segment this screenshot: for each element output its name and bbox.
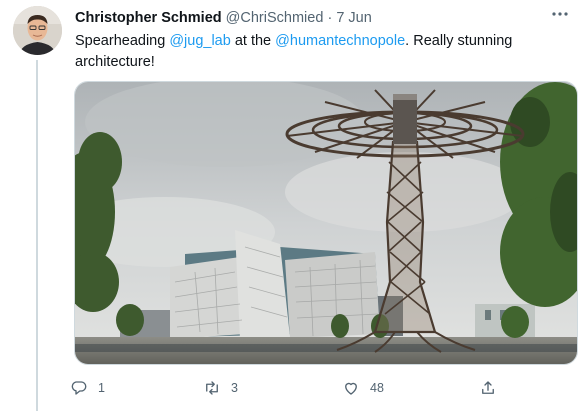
mention-jug-lab[interactable]: @jug_lab [169,33,230,49]
tweet-date[interactable]: 7 Jun [336,10,371,26]
reply-icon [71,381,87,395]
thread-line [36,60,38,411]
author-handle[interactable]: @ChriSchmied [226,10,324,26]
reply-count: 1 [98,381,105,395]
like-button[interactable]: 48 [342,376,384,400]
tweet-text: Spearheading @jug_lab at the @humantechn… [75,31,555,73]
mention-humantechnopole[interactable]: @humantechnopole [275,33,405,49]
action-bar: 1 3 48 [70,376,510,400]
retweet-button[interactable]: 3 [203,376,238,400]
share-icon [482,381,494,394]
separator: · [327,10,333,26]
architecture-photo [75,82,577,364]
tweet-text-part: at the [230,33,276,49]
avatar-photo [13,6,62,55]
reply-button[interactable]: 1 [70,376,105,400]
share-button[interactable] [479,376,497,400]
like-icon [345,382,357,395]
tweet-text-part: Spearheading [75,33,170,49]
retweet-count: 3 [231,381,238,395]
tweet[interactable]: Christopher Schmied @ChriSchmied · 7 Jun… [0,0,588,411]
author-name[interactable]: Christopher Schmied [75,10,222,26]
tweet-photo[interactable] [74,81,578,365]
like-count: 48 [370,381,384,395]
more-icon[interactable] [548,4,572,24]
avatar[interactable] [13,6,62,55]
retweet-icon [206,381,218,395]
tweet-header: Christopher Schmied @ChriSchmied · 7 Jun [75,9,372,27]
